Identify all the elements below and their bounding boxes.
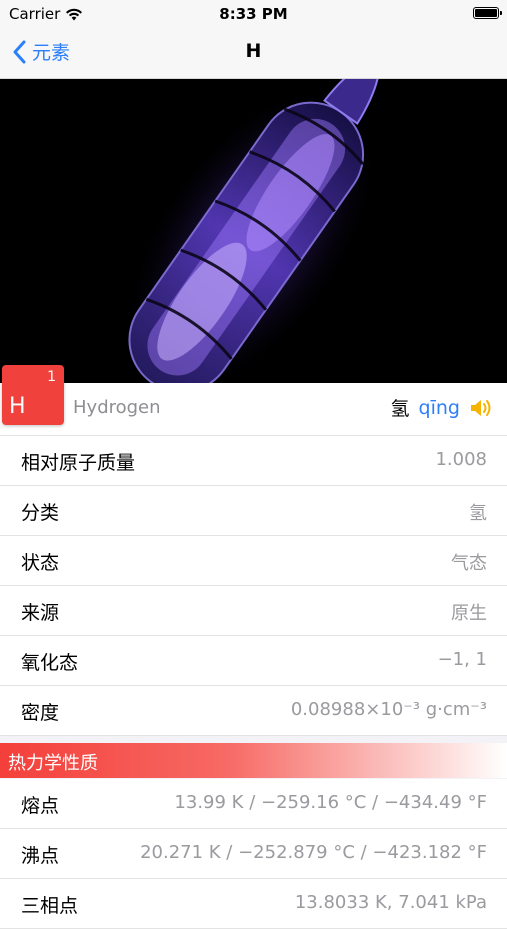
hydrogen-tube-image bbox=[128, 79, 381, 383]
property-label: 来源 bbox=[21, 602, 60, 624]
element-header: Hydrogen 氢 qīng bbox=[0, 383, 507, 436]
property-label: 分类 bbox=[21, 502, 60, 524]
page-title: H bbox=[245, 40, 262, 62]
thermo-property-list: 熔点 13.99 K / −259.16 °C / −434.49 °F 沸点 … bbox=[0, 779, 507, 929]
property-value: 氢 bbox=[469, 503, 487, 524]
property-row-category: 分类 氢 bbox=[0, 486, 507, 536]
property-label: 相对原子质量 bbox=[21, 452, 136, 474]
property-value: −1, 1 bbox=[437, 649, 487, 670]
property-row-triple-point: 三相点 13.8033 K, 7.041 kPa bbox=[0, 879, 507, 929]
property-row-origin: 来源 原生 bbox=[0, 586, 507, 636]
property-row-state: 状态 气态 bbox=[0, 536, 507, 586]
property-row-oxidation-states: 氧化态 −1, 1 bbox=[0, 636, 507, 686]
property-value: 气态 bbox=[451, 553, 487, 574]
property-row-atomic-mass: 相对原子质量 1.008 bbox=[0, 436, 507, 486]
element-photo bbox=[0, 79, 507, 383]
section-title: 热力学性质 bbox=[8, 753, 98, 774]
property-value: 13.99 K / −259.16 °C / −434.49 °F bbox=[174, 792, 487, 813]
navigation-bar: 元素 H bbox=[0, 28, 507, 79]
element-hanzi: 氢 bbox=[390, 398, 410, 420]
property-label: 密度 bbox=[21, 702, 60, 724]
pronunciation-group: 氢 qīng bbox=[391, 394, 495, 421]
property-row-boiling-point: 沸点 20.271 K / −252.879 °C / −423.182 °F bbox=[0, 829, 507, 879]
battery-icon bbox=[473, 7, 502, 19]
property-value: 20.271 K / −252.879 °C / −423.182 °F bbox=[140, 842, 487, 863]
element-tile: 1 H bbox=[2, 365, 64, 425]
property-label: 三相点 bbox=[21, 895, 79, 917]
property-value: 13.8033 K, 7.041 kPa bbox=[294, 892, 487, 913]
property-row-density: 密度 0.08988×10⁻³ g·cm⁻³ bbox=[0, 686, 507, 736]
property-list: 相对原子质量 1.008 分类 氢 状态 气态 来源 原生 氧化态 −1, 1 … bbox=[0, 436, 507, 736]
status-time: 8:33 PM bbox=[219, 5, 288, 23]
property-value: 1.008 bbox=[435, 449, 487, 470]
section-header-thermodynamics: 热力学性质 bbox=[0, 743, 507, 778]
property-row-melting-point: 熔点 13.99 K / −259.16 °C / −434.49 °F bbox=[0, 779, 507, 829]
property-value: 原生 bbox=[451, 603, 487, 624]
property-label: 熔点 bbox=[21, 795, 60, 817]
pinyin-link[interactable]: qīng bbox=[419, 397, 460, 419]
atomic-number: 1 bbox=[47, 369, 56, 385]
property-label: 状态 bbox=[21, 552, 60, 574]
property-value: 0.08988×10⁻³ g·cm⁻³ bbox=[290, 699, 487, 720]
element-english-name: Hydrogen bbox=[73, 397, 161, 418]
element-symbol: H bbox=[9, 394, 26, 419]
speaker-icon[interactable] bbox=[469, 397, 495, 419]
status-bar: Carrier 8:33 PM bbox=[0, 0, 507, 28]
property-label: 沸点 bbox=[21, 845, 60, 867]
property-label: 氧化态 bbox=[21, 652, 79, 674]
